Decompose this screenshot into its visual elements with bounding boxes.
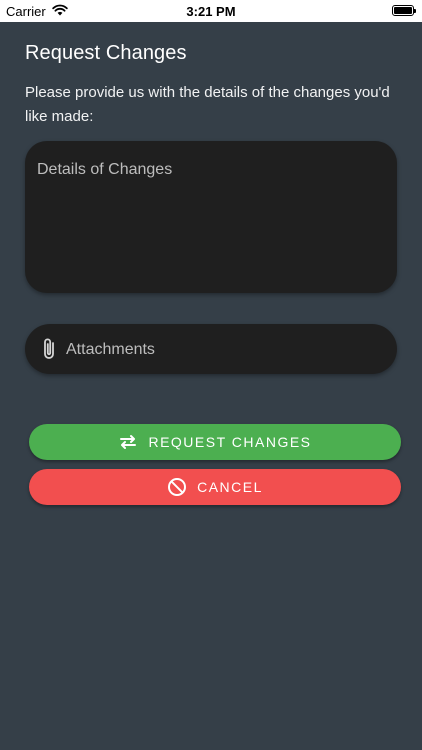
details-placeholder: Details of Changes bbox=[37, 161, 173, 178]
request-changes-button[interactable]: REQUEST CHANGES bbox=[29, 424, 401, 460]
details-of-changes-input[interactable]: Details of Changes bbox=[25, 141, 397, 293]
attachments-button[interactable]: Attachments bbox=[25, 324, 397, 374]
page-description: Please provide us with the details of th… bbox=[25, 84, 390, 125]
cancel-label: CANCEL bbox=[197, 479, 263, 495]
cancel-button[interactable]: CANCEL bbox=[29, 469, 401, 505]
battery-icon bbox=[392, 5, 416, 16]
request-changes-label: REQUEST CHANGES bbox=[148, 434, 312, 450]
block-icon bbox=[167, 477, 187, 497]
swap-arrows-icon bbox=[118, 434, 138, 450]
attachments-label: Attachments bbox=[66, 341, 155, 358]
paperclip-icon bbox=[41, 337, 57, 366]
status-time: 3:21 PM bbox=[186, 4, 236, 19]
page-title: Request Changes bbox=[25, 42, 187, 64]
status-bar: Carrier 3:21 PM bbox=[0, 0, 422, 22]
